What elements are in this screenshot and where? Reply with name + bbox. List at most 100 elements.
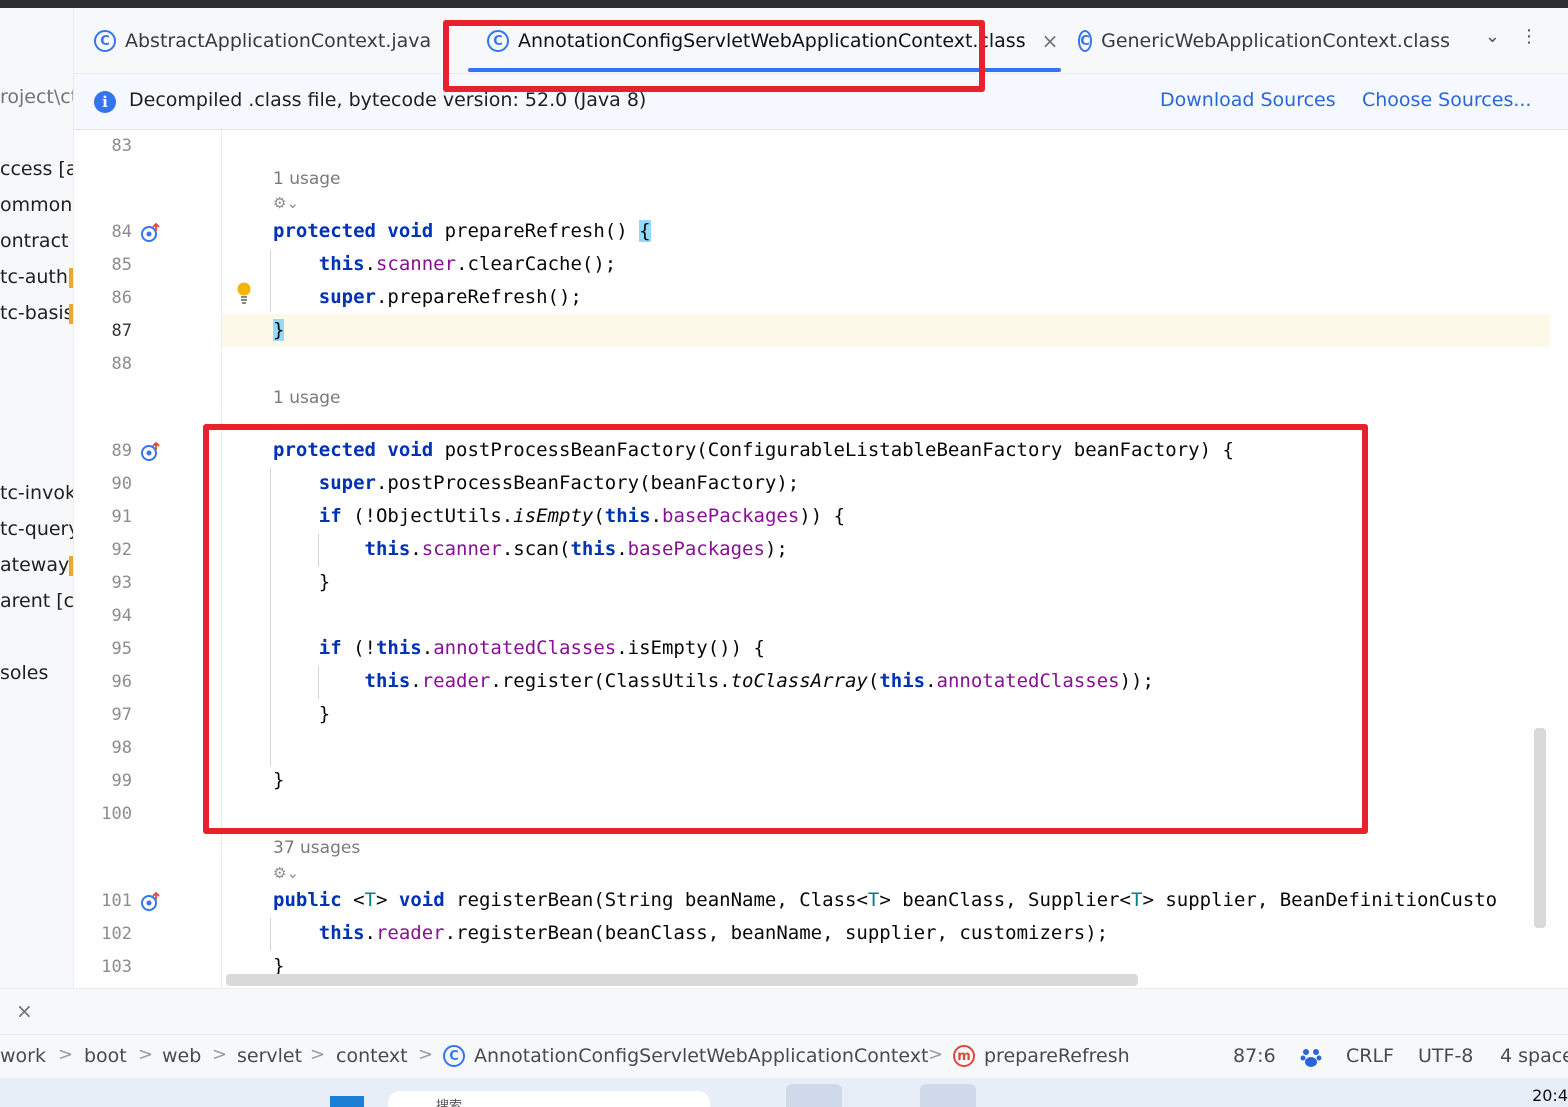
tab-label: GenericWebApplicationContext.class [1101, 30, 1450, 52]
code-line: } [273, 769, 285, 791]
window-top-strip [0, 0, 1568, 8]
breadcrumb-separator: > [418, 1044, 434, 1065]
class-icon: C [94, 30, 116, 52]
project-item-access[interactable]: ccess [a [0, 158, 73, 180]
indent-guide [270, 250, 271, 312]
line-number: 102 [101, 924, 132, 944]
breadcrumb-item[interactable]: servlet [237, 1045, 302, 1067]
more-vertical-icon[interactable]: ⋮ [1520, 26, 1538, 47]
line-separator[interactable]: CRLF [1346, 1045, 1394, 1067]
banner-message: Decompiled .class file, bytecode version… [129, 89, 647, 111]
line-number: 93 [111, 573, 132, 593]
close-icon[interactable]: × [16, 999, 33, 1023]
editor-tab-bar: C AbstractApplicationContext.java C Anno… [74, 8, 1568, 74]
module-tag [69, 268, 73, 288]
paw-icon[interactable] [1300, 1046, 1322, 1068]
line-number: 86 [111, 288, 132, 308]
override-method-icon[interactable] [140, 441, 162, 463]
breadcrumb-item[interactable]: work [0, 1045, 46, 1067]
breadcrumb-method[interactable]: m prepareRefresh [953, 1045, 1130, 1067]
taskbar-app[interactable] [786, 1084, 842, 1107]
chevron-down-icon[interactable]: ⌄ [1485, 26, 1500, 47]
code-editor[interactable]: 83 84 85 86 87 88 89 90 91 92 93 94 95 9… [74, 130, 1550, 988]
breadcrumb-item[interactable]: context [336, 1045, 408, 1067]
status-bar: work > boot > web > servlet > context > … [0, 1034, 1568, 1078]
breadcrumb-class[interactable]: C AnnotationConfigServletWebApplicationC… [443, 1045, 928, 1067]
project-item-contract[interactable]: ontract [ [0, 230, 73, 252]
project-item-common[interactable]: ommon [0, 194, 72, 216]
line-number: 99 [111, 771, 132, 791]
code-line: protected void prepareRefresh() { [273, 220, 651, 242]
project-item-gateway[interactable]: ateway [0, 554, 69, 576]
breadcrumb-separator: > [928, 1044, 944, 1065]
project-item-auth[interactable]: tc-auth [0, 266, 68, 288]
line-number: 101 [101, 891, 132, 911]
line-number: 94 [111, 606, 132, 626]
tab-abstract-application-context[interactable]: C AbstractApplicationContext.java [94, 8, 431, 74]
code-line: super.postProcessBeanFactory(beanFactory… [318, 472, 800, 494]
usage-hint[interactable]: 1 usage [273, 388, 341, 408]
vertical-scrollbar[interactable] [1534, 728, 1546, 928]
line-number: 88 [111, 354, 132, 374]
breadcrumb-item[interactable]: web [162, 1045, 201, 1067]
class-icon: C [487, 30, 509, 52]
project-item-invoke[interactable]: tc-invok [0, 482, 73, 504]
override-method-icon[interactable] [140, 222, 162, 244]
project-item-query[interactable]: tc-query [0, 518, 73, 540]
line-number: 97 [111, 705, 132, 725]
project-item-basis[interactable]: tc-basis [0, 302, 73, 324]
horizontal-scrollbar[interactable] [226, 974, 1138, 986]
taskbar-search-text: 搜索 [436, 1099, 463, 1107]
code-line: protected void postProcessBeanFactory(Co… [273, 439, 1234, 461]
close-icon[interactable]: × [1042, 29, 1059, 53]
override-method-icon[interactable] [140, 891, 162, 913]
line-number: 90 [111, 474, 132, 494]
indent-guide [270, 918, 271, 951]
download-sources-link[interactable]: Download Sources [1160, 89, 1336, 111]
breadcrumb-separator: > [310, 1044, 326, 1065]
project-item-parent[interactable]: arent [ct [0, 590, 73, 612]
windows-start-icon[interactable] [330, 1096, 364, 1107]
code-line: if (!this.annotatedClasses.isEmpty()) { [318, 637, 765, 659]
line-number: 103 [101, 957, 132, 977]
taskbar-app[interactable] [920, 1084, 976, 1107]
current-line-highlight [74, 314, 1550, 347]
file-encoding[interactable]: UTF-8 [1418, 1045, 1473, 1067]
ai-assistant-icon[interactable]: ⚙⌄ [273, 864, 299, 882]
choose-sources-link[interactable]: Choose Sources... [1362, 89, 1531, 111]
tab-generic-web-application-context[interactable]: C GenericWebApplicationContext.class [1078, 8, 1450, 74]
tab-label: AnnotationConfigServletWebApplicationCon… [518, 30, 1026, 52]
indent-guide [270, 468, 271, 766]
line-number: 92 [111, 540, 132, 560]
project-path[interactable]: roject\ct [0, 86, 73, 108]
line-number: 89 [111, 441, 132, 461]
line-number: 91 [111, 507, 132, 527]
line-number: 83 [111, 136, 132, 156]
usage-hint[interactable]: 1 usage [273, 169, 341, 189]
usage-hint[interactable]: 37 usages [273, 838, 360, 858]
ai-assistant-icon[interactable]: ⚙⌄ [273, 194, 299, 212]
breadcrumb-separator: > [212, 1044, 228, 1065]
code-line: super.prepareRefresh(); [318, 286, 582, 308]
line-number: 100 [101, 804, 132, 824]
code-line: } [273, 703, 331, 725]
bottom-panel-strip: × [0, 988, 1568, 1034]
project-item-consoles[interactable]: soles [0, 662, 48, 684]
tab-tools: ⌄ ⋮ [1485, 26, 1538, 47]
taskbar-search[interactable]: 搜索 [388, 1091, 710, 1107]
info-icon: i [94, 91, 116, 113]
cursor-position[interactable]: 87:6 [1233, 1045, 1276, 1067]
tab-annotation-config-servlet[interactable]: C AnnotationConfigServletWebApplicationC… [487, 8, 1058, 74]
code-line: } [273, 571, 331, 593]
line-number: 84 [111, 222, 132, 242]
lightbulb-icon[interactable] [237, 282, 251, 306]
indent-setting[interactable]: 4 space [1500, 1045, 1568, 1067]
taskbar-clock: 20:4 [1532, 1086, 1568, 1105]
code-line: if (!ObjectUtils.isEmpty(this.basePackag… [318, 505, 846, 527]
line-number: 85 [111, 255, 132, 275]
code-line: public <T> void registerBean(String bean… [273, 889, 1498, 911]
code-line: } [273, 319, 285, 341]
code-line: this.scanner.clearCache(); [318, 253, 617, 275]
breadcrumb-separator: > [58, 1044, 74, 1065]
breadcrumb-item[interactable]: boot [84, 1045, 127, 1067]
